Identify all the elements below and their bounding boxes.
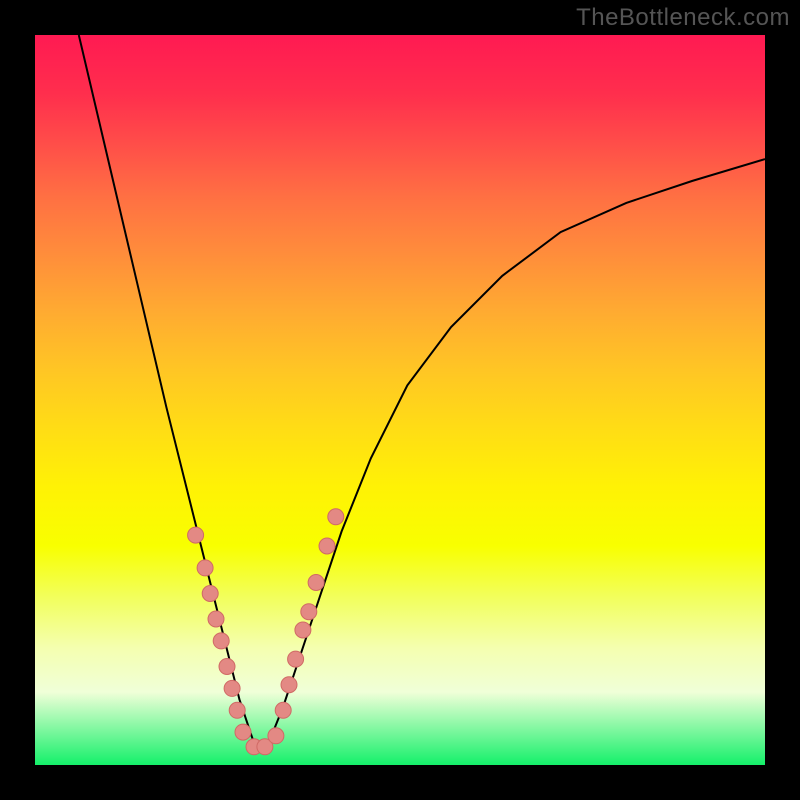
highlight-dot [268, 728, 284, 744]
highlight-dot [275, 702, 291, 718]
chart-frame: TheBottleneck.com [0, 0, 800, 800]
highlight-dot [319, 538, 335, 554]
highlight-dot [281, 677, 297, 693]
highlight-dot [295, 622, 311, 638]
highlight-dot [197, 560, 213, 576]
highlight-dot [188, 527, 204, 543]
highlight-dot [301, 604, 317, 620]
highlight-dots-group [188, 509, 344, 755]
highlight-dot [208, 611, 224, 627]
watermark-text: TheBottleneck.com [576, 4, 790, 32]
highlight-dot [224, 680, 240, 696]
highlight-dot [219, 659, 235, 675]
highlight-dot [328, 509, 344, 525]
highlight-dot [308, 575, 324, 591]
highlight-dot [235, 724, 251, 740]
chart-overlay-svg [35, 35, 765, 765]
highlight-dot [202, 586, 218, 602]
bottleneck-curve [79, 35, 765, 743]
highlight-dot [288, 651, 304, 667]
highlight-dot [213, 633, 229, 649]
highlight-dot [229, 702, 245, 718]
